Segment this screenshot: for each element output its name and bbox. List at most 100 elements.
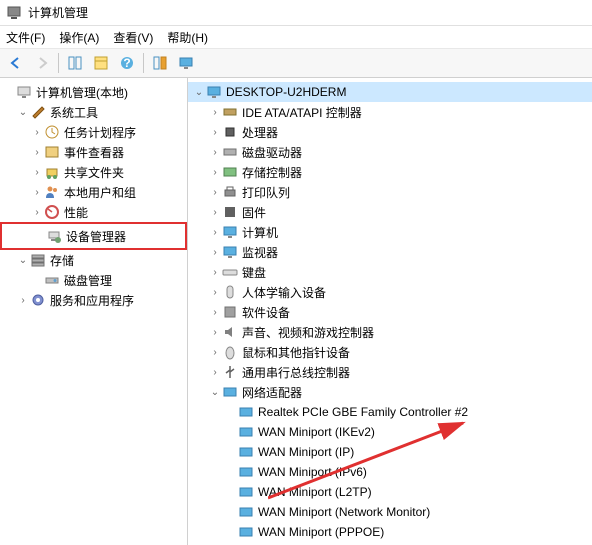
network-adapter-item[interactable]: WAN Miniport (IKEv2) bbox=[188, 422, 592, 442]
network-adapter-item[interactable]: WAN Miniport (L2TP) bbox=[188, 482, 592, 502]
menu-file[interactable]: 文件(F) bbox=[6, 29, 45, 46]
device-category[interactable]: › 存储控制器 bbox=[188, 162, 592, 182]
tree-task-scheduler[interactable]: › 任务计划程序 bbox=[0, 122, 187, 142]
expand-icon[interactable]: › bbox=[30, 185, 44, 199]
expand-icon[interactable]: › bbox=[30, 145, 44, 159]
expand-icon[interactable]: › bbox=[208, 285, 222, 299]
expand-icon[interactable]: › bbox=[16, 293, 30, 307]
expand-icon[interactable]: › bbox=[208, 105, 222, 119]
back-button[interactable] bbox=[4, 51, 28, 75]
keyboard-icon bbox=[222, 264, 238, 280]
expand-icon[interactable]: › bbox=[208, 185, 222, 199]
network-adapter-item[interactable]: WAN Miniport (IPv6) bbox=[188, 462, 592, 482]
tree-label: Realtek PCIe GBE Family Controller #2 bbox=[258, 405, 468, 419]
network-icon bbox=[222, 384, 238, 400]
tree-disk-management[interactable]: 磁盘管理 bbox=[0, 270, 187, 290]
expand-icon[interactable]: › bbox=[208, 165, 222, 179]
device-category[interactable]: ›声音、视频和游戏控制器 bbox=[188, 322, 592, 342]
tree-label: 键盘 bbox=[242, 264, 266, 281]
software-device-icon bbox=[222, 304, 238, 320]
tree-local-users[interactable]: › 本地用户和组 bbox=[0, 182, 187, 202]
device-panel-button[interactable] bbox=[148, 51, 172, 75]
tree-system-tools[interactable]: ⌄ 系统工具 bbox=[0, 102, 187, 122]
window-title: 计算机管理 bbox=[28, 4, 88, 21]
device-category[interactable]: ›固件 bbox=[188, 202, 592, 222]
nic-icon bbox=[238, 404, 254, 420]
expand-icon[interactable]: › bbox=[208, 325, 222, 339]
device-tree-root[interactable]: ⌄ DESKTOP-U2HDERM bbox=[188, 82, 592, 102]
device-category[interactable]: ›鼠标和其他指针设备 bbox=[188, 342, 592, 362]
performance-icon bbox=[44, 204, 60, 220]
menu-action[interactable]: 操作(A) bbox=[59, 29, 99, 46]
device-category[interactable]: ›处理器 bbox=[188, 122, 592, 142]
tree-label: 共享文件夹 bbox=[64, 164, 124, 181]
network-adapter-item[interactable]: WAN Miniport (IP) bbox=[188, 442, 592, 462]
expand-icon[interactable]: › bbox=[30, 165, 44, 179]
expand-icon[interactable]: › bbox=[208, 125, 222, 139]
tree-label: 设备管理器 bbox=[66, 228, 126, 245]
menu-view[interactable]: 查看(V) bbox=[113, 29, 153, 46]
tree-root[interactable]: 计算机管理(本地) bbox=[0, 82, 187, 102]
device-category[interactable]: ›监视器 bbox=[188, 242, 592, 262]
toolbar: ? bbox=[0, 48, 592, 78]
expand-icon[interactable]: › bbox=[208, 365, 222, 379]
device-category[interactable]: ›通用串行总线控制器 bbox=[188, 362, 592, 382]
collapse-icon[interactable]: ⌄ bbox=[192, 85, 206, 99]
expand-icon[interactable]: › bbox=[208, 145, 222, 159]
device-category[interactable]: ›人体学输入设备 bbox=[188, 282, 592, 302]
device-category[interactable]: ›打印队列 bbox=[188, 182, 592, 202]
tree-device-manager[interactable]: 设备管理器 bbox=[2, 226, 185, 246]
clock-icon bbox=[44, 124, 60, 140]
help-button[interactable]: ? bbox=[115, 51, 139, 75]
tools-icon bbox=[30, 104, 46, 120]
tree-label: 事件查看器 bbox=[64, 144, 124, 161]
tree-services[interactable]: › 服务和应用程序 bbox=[0, 290, 187, 310]
tree-event-viewer[interactable]: › 事件查看器 bbox=[0, 142, 187, 162]
forward-button[interactable] bbox=[30, 51, 54, 75]
tree-label: 存储控制器 bbox=[242, 164, 302, 181]
collapse-icon[interactable]: ⌄ bbox=[16, 105, 30, 119]
show-hide-tree-button[interactable] bbox=[63, 51, 87, 75]
tree-label: 磁盘驱动器 bbox=[242, 144, 302, 161]
network-adapter-item[interactable]: WAN Miniport (PPPOE) bbox=[188, 522, 592, 542]
properties-button[interactable] bbox=[89, 51, 113, 75]
tree-shared-folders[interactable]: › 共享文件夹 bbox=[0, 162, 187, 182]
tree-storage[interactable]: ⌄ 存储 bbox=[0, 250, 187, 270]
titlebar: 计算机管理 bbox=[0, 0, 592, 26]
expand-icon[interactable]: › bbox=[208, 205, 222, 219]
disk-icon bbox=[44, 272, 60, 288]
expand-icon[interactable]: › bbox=[30, 125, 44, 139]
tree-performance[interactable]: › 性能 bbox=[0, 202, 187, 222]
device-category[interactable]: ›软件设备 bbox=[188, 302, 592, 322]
expand-icon[interactable]: › bbox=[208, 305, 222, 319]
tree-label: 系统工具 bbox=[50, 104, 98, 121]
expand-icon[interactable]: › bbox=[30, 205, 44, 219]
expand-icon[interactable]: › bbox=[208, 345, 222, 359]
network-adapter-item[interactable]: Realtek PCIe GBE Family Controller #2 bbox=[188, 402, 592, 422]
computer-view-button[interactable] bbox=[174, 51, 198, 75]
expand-icon[interactable]: › bbox=[208, 265, 222, 279]
tree-label: DESKTOP-U2HDERM bbox=[226, 85, 346, 99]
right-tree-pane[interactable]: ⌄ DESKTOP-U2HDERM ›IDE ATA/ATAPI 控制器 ›处理… bbox=[188, 78, 592, 545]
expand-icon[interactable]: › bbox=[208, 225, 222, 239]
device-category[interactable]: › 磁盘驱动器 bbox=[188, 142, 592, 162]
collapse-icon[interactable] bbox=[2, 85, 16, 99]
tree-label: 计算机 bbox=[242, 224, 278, 241]
expand-icon[interactable]: › bbox=[208, 245, 222, 259]
left-tree-pane[interactable]: 计算机管理(本地) ⌄ 系统工具 › 任务计划程序 › 事件查看器 › 共享文件… bbox=[0, 78, 188, 545]
device-category[interactable]: ›IDE ATA/ATAPI 控制器 bbox=[188, 102, 592, 122]
tree-label: WAN Miniport (IP) bbox=[258, 445, 354, 459]
hid-icon bbox=[222, 284, 238, 300]
device-category[interactable]: › 键盘 bbox=[188, 262, 592, 282]
network-adapter-item[interactable]: WAN Miniport (Network Monitor) bbox=[188, 502, 592, 522]
device-category-network[interactable]: ⌄网络适配器 bbox=[188, 382, 592, 402]
collapse-icon[interactable]: ⌄ bbox=[16, 253, 30, 267]
nic-icon bbox=[238, 524, 254, 540]
computer-icon bbox=[206, 84, 222, 100]
monitor-icon bbox=[222, 244, 238, 260]
device-category[interactable]: › 计算机 bbox=[188, 222, 592, 242]
menu-help[interactable]: 帮助(H) bbox=[167, 29, 208, 46]
content-area: 计算机管理(本地) ⌄ 系统工具 › 任务计划程序 › 事件查看器 › 共享文件… bbox=[0, 78, 592, 545]
collapse-icon[interactable]: ⌄ bbox=[208, 385, 222, 399]
event-icon bbox=[44, 144, 60, 160]
